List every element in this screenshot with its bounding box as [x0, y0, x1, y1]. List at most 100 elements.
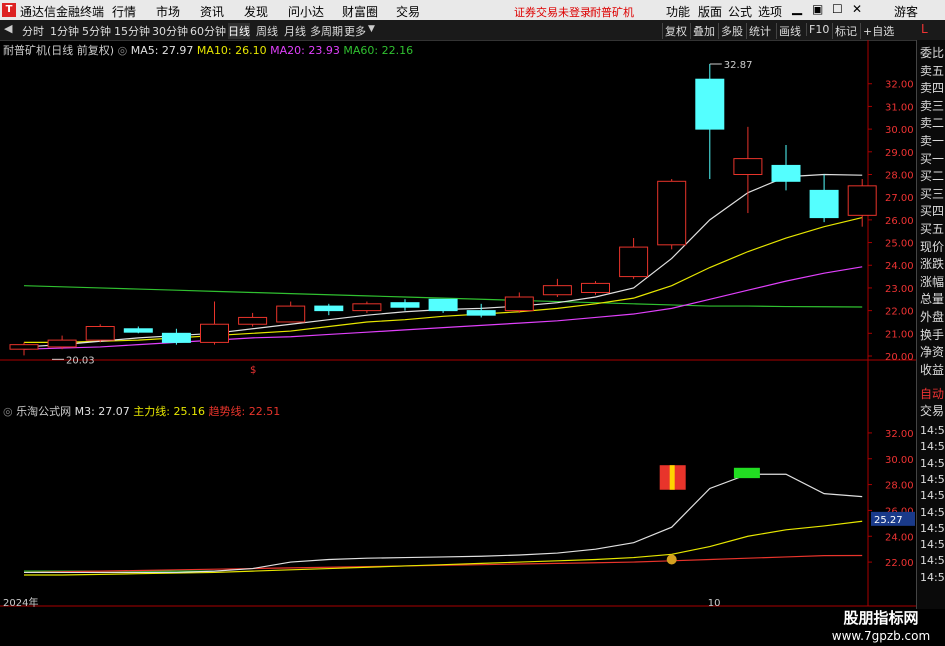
sidebar-time-4: 14:56	[920, 489, 945, 503]
period-5min[interactable]: 5分钟	[82, 23, 111, 39]
candle-body	[847, 185, 877, 216]
sidebar-item-16: 换手	[920, 327, 945, 342]
current-value-label: 25.27	[874, 515, 903, 526]
sidebar-item-8: 买三	[920, 186, 945, 201]
period-daily[interactable]: 日线	[228, 23, 250, 39]
overlay-button[interactable]: 叠加	[690, 23, 717, 39]
candle-body	[619, 246, 649, 278]
price-tick-label: 21.00	[885, 329, 914, 340]
period-more[interactable]: 更多	[344, 23, 366, 39]
stats-button[interactable]: 统计	[746, 23, 773, 39]
back-icon[interactable]: ◀	[4, 22, 12, 35]
candle-body	[200, 323, 229, 343]
main-legend: 耐普矿机(日线 前复权) ◎ MA5: 27.97 MA10: 26.10 MA…	[3, 42, 413, 58]
stock-link[interactable]: 耐普矿机	[590, 4, 634, 20]
quote-sidebar: 委比 卖五 卖四 卖三 卖二 卖一 买一 买二 买三 买四 买五 现价 涨跌 涨幅 总量 外盘 换手 净资 收益 自动…	[916, 40, 945, 609]
menu-news[interactable]: 资讯	[200, 3, 224, 20]
sub-legend-toggle-icon[interactable]: ◎	[3, 405, 13, 418]
price-tick-label: 26.00	[885, 216, 914, 227]
menu-formula[interactable]: 公式	[728, 3, 752, 20]
sub-tick-label: 22.00	[885, 558, 914, 569]
app-logo-icon: T	[2, 3, 16, 17]
candle-body	[428, 298, 458, 312]
menu-ask[interactable]: 问小达	[288, 3, 324, 20]
candle-body	[581, 282, 610, 293]
sidebar-time-3: 14:56	[920, 472, 945, 486]
ma20-label: MA20: 23.93	[270, 44, 340, 57]
sidebar-time-1: 14:56	[920, 440, 945, 454]
candle-body	[123, 328, 153, 333]
menu-discover[interactable]: 发现	[244, 3, 268, 20]
trend-line	[23, 554, 863, 574]
f10-button[interactable]: F10	[806, 23, 831, 36]
ma10-label: MA10: 26.10	[196, 44, 267, 57]
sidebar-item-17: 净资	[920, 345, 945, 360]
price-tick-label: 29.00	[885, 148, 914, 159]
signal-block-yellow	[669, 465, 675, 490]
candle-body	[733, 158, 763, 175]
sub-legend: ◎ 乐淘公式网 M3: 27.07 主力线: 25.16 趋势线: 22.51	[3, 403, 280, 419]
level-glyph[interactable]: L	[921, 22, 928, 36]
period-monthly[interactable]: 月线	[284, 23, 306, 39]
layout-icon[interactable]: ▣	[812, 2, 823, 16]
menu-trade[interactable]: 交易	[396, 3, 420, 20]
period-weekly[interactable]: 周线	[256, 23, 278, 39]
candle-body	[542, 285, 572, 296]
period-60min[interactable]: 60分钟	[190, 23, 226, 39]
price-tick-label: 28.00	[885, 170, 914, 181]
candle-body	[695, 78, 725, 130]
sidebar-item-9: 买四	[920, 204, 945, 219]
candle-body	[504, 296, 534, 312]
sidebar-item-15: 外盘	[920, 310, 945, 324]
period-30min[interactable]: 30分钟	[152, 23, 188, 39]
menu-market[interactable]: 市场	[156, 3, 180, 20]
watermark-url: www.7gpzb.com	[831, 629, 931, 643]
legend-toggle-icon[interactable]: ◎	[118, 44, 128, 57]
menu-function[interactable]: 功能	[666, 3, 690, 20]
user-guest[interactable]: 游客	[894, 3, 918, 20]
sidebar-lower-item-0[interactable]: 自动	[920, 385, 944, 402]
sidebar-item-13: 涨幅	[920, 274, 945, 289]
sidebar-time-6: 14:56	[920, 521, 945, 535]
sidebar-lower-item-1[interactable]: 交易	[920, 402, 944, 419]
sidebar-time-7: 14:56	[920, 538, 945, 552]
kline-chart[interactable]: 20.00 21.00 22.00 23.00 24.00 25.00 26.00 27.00…	[0, 40, 916, 609]
sidebar-time-9: 14:56	[920, 570, 945, 584]
candle-body	[47, 339, 77, 348]
menu-bar: T 通达信金融终端 行情 市场 资讯 发现 问小达 财富圈 交易 证券交易未登录…	[0, 0, 945, 20]
adjust-button[interactable]: 复权	[662, 23, 689, 39]
sidebar-time-2: 14:56	[920, 456, 945, 470]
sidebar-item-4: 卖二	[920, 116, 945, 131]
sidebar-item-1: 卖五	[920, 63, 945, 78]
watermark: 股朋指标网 www.7gpzb.com	[822, 608, 940, 646]
mark-button[interactable]: 标记	[832, 23, 859, 39]
period-15min[interactable]: 15分钟	[114, 23, 150, 39]
period-multi[interactable]: 多周期	[310, 23, 343, 39]
menu-community[interactable]: 财富圈	[342, 3, 378, 20]
minimize-icon[interactable]: ▁	[792, 1, 802, 16]
draw-button[interactable]: 画线	[776, 23, 803, 39]
menu-options[interactable]: 选项	[758, 3, 782, 20]
candle-body	[161, 332, 191, 343]
m3-line	[24, 473, 863, 574]
sidebar-item-0: 委比	[920, 46, 945, 60]
maximize-icon[interactable]: ☐	[832, 2, 843, 16]
menu-layout[interactable]: 版面	[698, 3, 722, 20]
add-watchlist-button[interactable]: +自选	[860, 23, 896, 39]
money-bag-icon	[666, 554, 677, 565]
menu-quotes[interactable]: 行情	[112, 3, 136, 20]
login-warning[interactable]: 证券交易未登录	[514, 4, 591, 20]
price-tick-label: 31.00	[885, 102, 914, 113]
price-tick-label: 23.00	[885, 284, 914, 295]
candle-body	[238, 316, 268, 325]
price-tick-label: 27.00	[885, 193, 914, 204]
period-1min[interactable]: 1分钟	[50, 23, 79, 39]
chevron-down-icon[interactable]: ▼	[368, 24, 375, 34]
sidebar-item-11: 现价	[920, 239, 945, 254]
multistock-button[interactable]: 多股	[718, 23, 745, 39]
period-timeshare[interactable]: 分时	[22, 23, 44, 39]
close-icon[interactable]: ✕	[852, 2, 862, 16]
candle-body	[771, 164, 801, 182]
sidebar-item-3: 卖三	[920, 98, 945, 113]
sub-tick-label: 24.00	[885, 532, 914, 543]
